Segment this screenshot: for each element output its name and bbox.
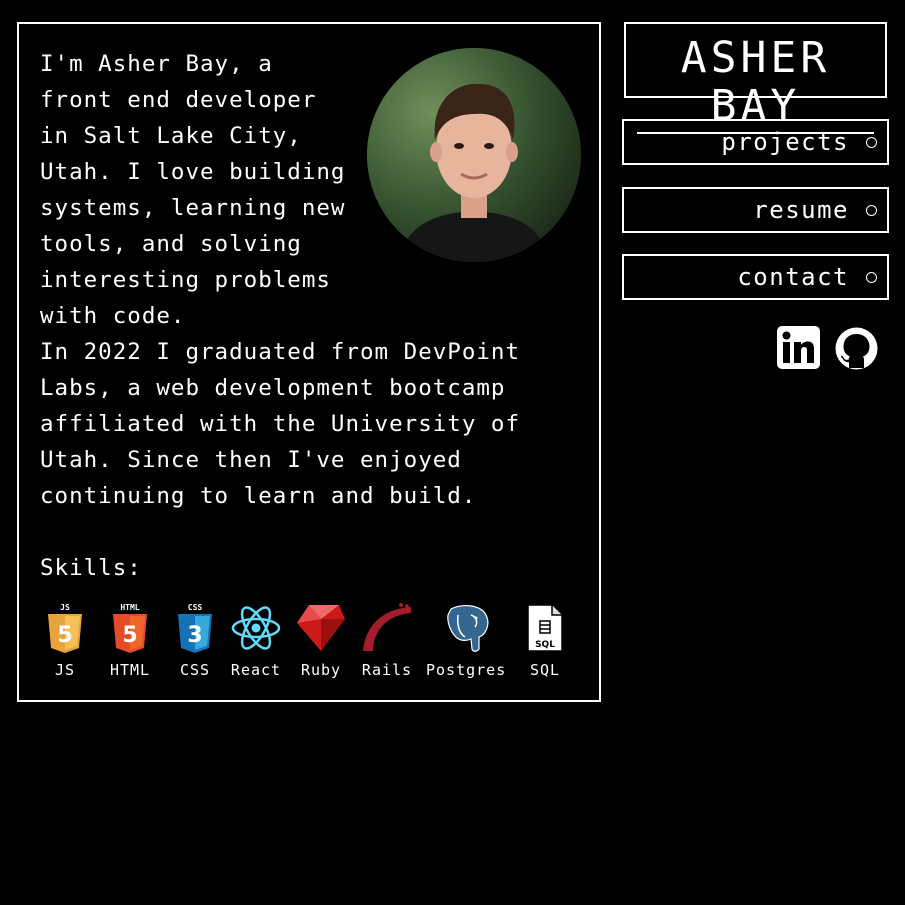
skill-html: HTML 5 HTML [108, 602, 152, 679]
skill-css: CSS 3 CSS [173, 602, 217, 679]
rails-track-icon [361, 602, 413, 654]
nav-resume-label: resume [753, 196, 849, 224]
nav-contact-button[interactable]: contact [622, 254, 889, 300]
skill-label: Ruby [300, 661, 342, 679]
circle-icon [866, 205, 877, 216]
svg-text:HTML: HTML [120, 603, 139, 612]
skill-sql: SQL SQL [525, 602, 565, 679]
svg-text:SQL: SQL [535, 640, 555, 650]
profile-photo [367, 48, 581, 262]
site-title-box[interactable]: ASHER BAY [624, 22, 887, 134]
skill-label: CSS [179, 661, 211, 679]
nav-resume-button[interactable]: resume [622, 187, 889, 233]
skill-label: React [230, 661, 282, 679]
skill-label: Postgres [426, 661, 507, 679]
skill-label: SQL [529, 661, 561, 679]
skill-label: Rails [361, 661, 413, 679]
ruby-gem-icon [295, 602, 347, 654]
nav-projects-button[interactable]: projects [622, 119, 889, 165]
svg-text:CSS: CSS [188, 603, 203, 612]
circle-icon [866, 137, 877, 148]
svg-text:5: 5 [57, 623, 72, 648]
skill-js: JS 5 JS [43, 602, 87, 679]
github-icon [835, 327, 878, 370]
svg-text:5: 5 [122, 623, 137, 648]
svg-text:JS: JS [60, 603, 70, 612]
skill-label: JS [54, 661, 76, 679]
linkedin-link[interactable] [777, 326, 820, 373]
bio-history: In 2022 I graduated from DevPoint Labs, … [40, 339, 521, 509]
html5-shield-icon: HTML 5 [108, 602, 152, 654]
skill-react: React [230, 602, 282, 679]
about-panel: I'm Asher Bay, a front end developer in … [17, 22, 601, 702]
postgres-elephant-icon [426, 602, 506, 654]
nav-contact-label: contact [737, 263, 849, 291]
react-atom-icon [230, 602, 282, 654]
bio-intro: I'm Asher Bay, a front end developer in … [40, 51, 346, 329]
skill-rails: Rails [361, 602, 413, 679]
css3-shield-icon: CSS 3 [173, 602, 217, 654]
nav-projects-label: projects [721, 128, 849, 156]
skill-label: HTML [109, 661, 151, 679]
sql-file-icon: SQL [525, 602, 565, 654]
skill-ruby: Ruby [295, 602, 347, 679]
circle-icon [866, 272, 877, 283]
js-shield-icon: JS 5 [43, 602, 87, 654]
github-link[interactable] [834, 326, 879, 375]
skills-list: JS 5 JS HTML 5 HTML CSS 3 CSS React Ruby… [19, 602, 603, 682]
linkedin-icon [777, 326, 820, 369]
skill-postgres: Postgres [426, 602, 506, 679]
skills-label: Skills: [40, 555, 142, 581]
svg-text:3: 3 [187, 623, 202, 648]
portrait-image [367, 48, 581, 262]
